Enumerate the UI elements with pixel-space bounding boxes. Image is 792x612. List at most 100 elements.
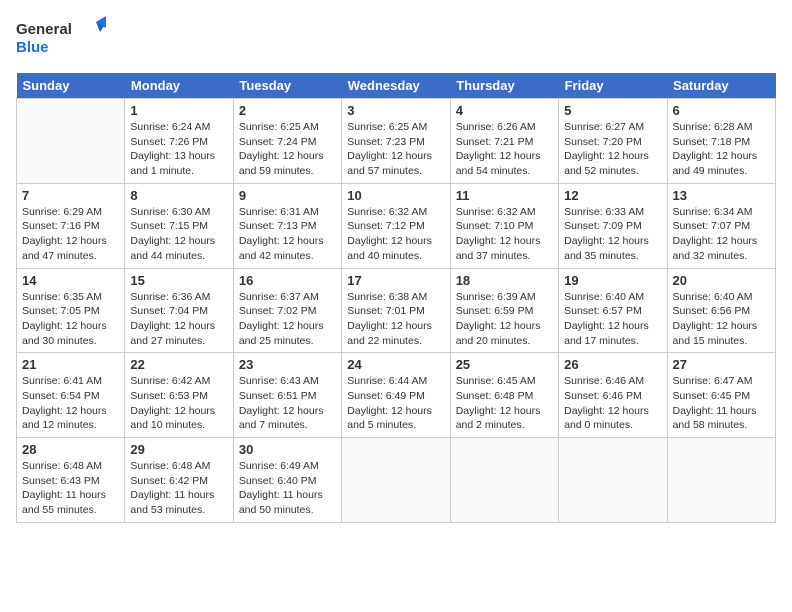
calendar-cell: 16 Sunrise: 6:37 AM Sunset: 7:02 PM Dayli… <box>233 268 341 353</box>
day-of-week-header: Thursday <box>450 73 558 99</box>
calendar-cell: 23 Sunrise: 6:43 AM Sunset: 6:51 PM Dayli… <box>233 353 341 438</box>
day-number: 12 <box>564 188 661 203</box>
calendar-cell: 19 Sunrise: 6:40 AM Sunset: 6:57 PM Dayli… <box>559 268 667 353</box>
day-of-week-header: Sunday <box>17 73 125 99</box>
day-info: Sunrise: 6:32 AM Sunset: 7:12 PM Dayligh… <box>347 205 444 264</box>
day-number: 22 <box>130 357 227 372</box>
day-number: 30 <box>239 442 336 457</box>
calendar-cell: 30Sunrise: 6:49 AM Sunset: 6:40 PM Dayli… <box>233 438 341 523</box>
day-info: Sunrise: 6:32 AM Sunset: 7:10 PM Dayligh… <box>456 205 553 264</box>
day-number: 5 <box>564 103 661 118</box>
day-number: 7 <box>22 188 119 203</box>
calendar-cell: 3 Sunrise: 6:25 AM Sunset: 7:23 PM Daylig… <box>342 99 450 184</box>
day-number: 17 <box>347 273 444 288</box>
calendar-cell <box>342 438 450 523</box>
day-info: Sunrise: 6:39 AM Sunset: 6:59 PM Dayligh… <box>456 290 553 349</box>
day-number: 2 <box>239 103 336 118</box>
day-info: Sunrise: 6:28 AM Sunset: 7:18 PM Dayligh… <box>673 120 770 179</box>
day-info: Sunrise: 6:40 AM Sunset: 6:57 PM Dayligh… <box>564 290 661 349</box>
svg-text:General: General <box>16 21 72 38</box>
day-number: 4 <box>456 103 553 118</box>
calendar-cell: 22 Sunrise: 6:42 AM Sunset: 6:53 PM Dayli… <box>125 353 233 438</box>
day-number: 11 <box>456 188 553 203</box>
day-of-week-header: Tuesday <box>233 73 341 99</box>
calendar-cell: 13 Sunrise: 6:34 AM Sunset: 7:07 PM Dayli… <box>667 183 775 268</box>
calendar-cell: 18 Sunrise: 6:39 AM Sunset: 6:59 PM Dayli… <box>450 268 558 353</box>
day-of-week-header: Wednesday <box>342 73 450 99</box>
calendar-cell <box>17 99 125 184</box>
day-number: 18 <box>456 273 553 288</box>
calendar-cell: 11 Sunrise: 6:32 AM Sunset: 7:10 PM Dayli… <box>450 183 558 268</box>
day-number: 6 <box>673 103 770 118</box>
calendar-cell: 14 Sunrise: 6:35 AM Sunset: 7:05 PM Dayli… <box>17 268 125 353</box>
calendar-cell: 21Sunrise: 6:41 AM Sunset: 6:54 PM Dayli… <box>17 353 125 438</box>
calendar-cell: 4 Sunrise: 6:26 AM Sunset: 7:21 PM Daylig… <box>450 99 558 184</box>
day-number: 25 <box>456 357 553 372</box>
day-info: Sunrise: 6:27 AM Sunset: 7:20 PM Dayligh… <box>564 120 661 179</box>
calendar-cell: 5 Sunrise: 6:27 AM Sunset: 7:20 PM Daylig… <box>559 99 667 184</box>
calendar-cell <box>450 438 558 523</box>
day-of-week-header: Friday <box>559 73 667 99</box>
logo: General Blue <box>16 16 106 63</box>
calendar-cell: 10 Sunrise: 6:32 AM Sunset: 7:12 PM Dayli… <box>342 183 450 268</box>
day-info: Sunrise: 6:25 AM Sunset: 7:23 PM Dayligh… <box>347 120 444 179</box>
day-info: Sunrise: 6:30 AM Sunset: 7:15 PM Dayligh… <box>130 205 227 264</box>
day-number: 16 <box>239 273 336 288</box>
page-header: General Blue <box>16 16 776 63</box>
day-info: Sunrise: 6:46 AM Sunset: 6:46 PM Dayligh… <box>564 374 661 433</box>
day-of-week-header: Monday <box>125 73 233 99</box>
day-info: Sunrise: 6:35 AM Sunset: 7:05 PM Dayligh… <box>22 290 119 349</box>
day-info: Sunrise: 6:45 AM Sunset: 6:48 PM Dayligh… <box>456 374 553 433</box>
calendar-cell: 9 Sunrise: 6:31 AM Sunset: 7:13 PM Daylig… <box>233 183 341 268</box>
calendar-cell: 28 Sunrise: 6:48 AM Sunset: 6:43 PM Dayli… <box>17 438 125 523</box>
calendar-cell: 7Sunrise: 6:29 AM Sunset: 7:16 PM Daylig… <box>17 183 125 268</box>
day-info: Sunrise: 6:38 AM Sunset: 7:01 PM Dayligh… <box>347 290 444 349</box>
day-number: 24 <box>347 357 444 372</box>
day-number: 15 <box>130 273 227 288</box>
day-number: 19 <box>564 273 661 288</box>
day-number: 20 <box>673 273 770 288</box>
calendar-cell: 15 Sunrise: 6:36 AM Sunset: 7:04 PM Dayli… <box>125 268 233 353</box>
day-info: Sunrise: 6:25 AM Sunset: 7:24 PM Dayligh… <box>239 120 336 179</box>
day-info: Sunrise: 6:47 AM Sunset: 6:45 PM Dayligh… <box>673 374 770 433</box>
day-number: 27 <box>673 357 770 372</box>
day-info: Sunrise: 6:34 AM Sunset: 7:07 PM Dayligh… <box>673 205 770 264</box>
calendar-cell: 17 Sunrise: 6:38 AM Sunset: 7:01 PM Dayli… <box>342 268 450 353</box>
svg-text:Blue: Blue <box>16 39 49 56</box>
calendar-table: SundayMondayTuesdayWednesdayThursdayFrid… <box>16 73 776 523</box>
calendar-cell: 25 Sunrise: 6:45 AM Sunset: 6:48 PM Dayli… <box>450 353 558 438</box>
calendar-cell: 27 Sunrise: 6:47 AM Sunset: 6:45 PM Dayli… <box>667 353 775 438</box>
day-number: 29 <box>130 442 227 457</box>
day-number: 10 <box>347 188 444 203</box>
day-info: Sunrise: 6:42 AM Sunset: 6:53 PM Dayligh… <box>130 374 227 433</box>
calendar-cell: 8 Sunrise: 6:30 AM Sunset: 7:15 PM Daylig… <box>125 183 233 268</box>
day-number: 26 <box>564 357 661 372</box>
day-info: Sunrise: 6:36 AM Sunset: 7:04 PM Dayligh… <box>130 290 227 349</box>
calendar-cell <box>559 438 667 523</box>
day-info: Sunrise: 6:37 AM Sunset: 7:02 PM Dayligh… <box>239 290 336 349</box>
day-info: Sunrise: 6:44 AM Sunset: 6:49 PM Dayligh… <box>347 374 444 433</box>
day-number: 23 <box>239 357 336 372</box>
calendar-cell: 26 Sunrise: 6:46 AM Sunset: 6:46 PM Dayli… <box>559 353 667 438</box>
day-number: 9 <box>239 188 336 203</box>
day-number: 14 <box>22 273 119 288</box>
day-number: 8 <box>130 188 227 203</box>
day-number: 1 <box>130 103 227 118</box>
day-info: Sunrise: 6:24 AM Sunset: 7:26 PM Dayligh… <box>130 120 227 179</box>
calendar-cell: 6 Sunrise: 6:28 AM Sunset: 7:18 PM Daylig… <box>667 99 775 184</box>
day-number: 21 <box>22 357 119 372</box>
day-info: Sunrise: 6:43 AM Sunset: 6:51 PM Dayligh… <box>239 374 336 433</box>
day-of-week-header: Saturday <box>667 73 775 99</box>
calendar-cell: 24 Sunrise: 6:44 AM Sunset: 6:49 PM Dayli… <box>342 353 450 438</box>
day-number: 13 <box>673 188 770 203</box>
calendar-cell: 20 Sunrise: 6:40 AM Sunset: 6:56 PM Dayli… <box>667 268 775 353</box>
day-number: 28 <box>22 442 119 457</box>
day-number: 3 <box>347 103 444 118</box>
day-info: Sunrise: 6:40 AM Sunset: 6:56 PM Dayligh… <box>673 290 770 349</box>
day-info: Sunrise: 6:48 AM Sunset: 6:43 PM Dayligh… <box>22 459 119 518</box>
day-info: Sunrise: 6:48 AM Sunset: 6:42 PM Dayligh… <box>130 459 227 518</box>
calendar-cell: 12Sunrise: 6:33 AM Sunset: 7:09 PM Dayli… <box>559 183 667 268</box>
day-info: Sunrise: 6:26 AM Sunset: 7:21 PM Dayligh… <box>456 120 553 179</box>
calendar-cell <box>667 438 775 523</box>
day-info: Sunrise: 6:31 AM Sunset: 7:13 PM Dayligh… <box>239 205 336 264</box>
